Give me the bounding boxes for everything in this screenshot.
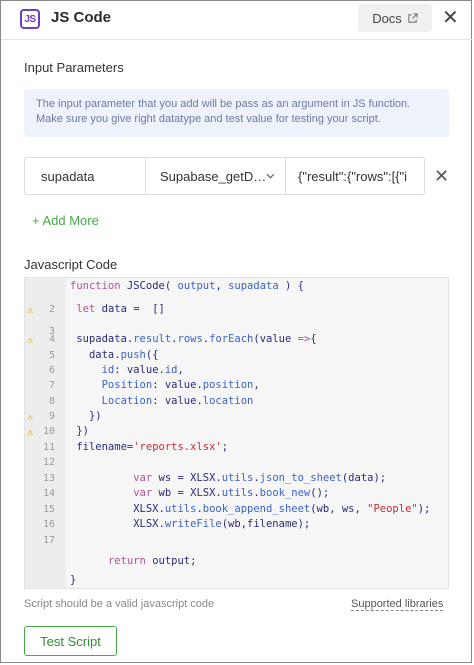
line-number: 14 — [42, 488, 55, 499]
add-more-button[interactable]: + Add More — [32, 213, 99, 228]
line-number: 4 — [48, 334, 55, 345]
code-editor[interactable]: function JSCode( output, supadata ) { ⚠ 2… — [24, 277, 449, 589]
panel-title: JS Code — [51, 9, 112, 26]
line-number: 10 — [42, 426, 55, 437]
chevron-down-icon — [266, 173, 275, 179]
line-number: 7 — [48, 380, 55, 391]
js-code-panel: JS JS Code Docs ✕ Input Parameters The i… — [0, 0, 473, 663]
param-type-value: Supabase_getD… — [160, 168, 267, 184]
line-number: 13 — [42, 473, 55, 484]
line-number: 16 — [42, 519, 55, 530]
info-box: The input parameter that you add will be… — [24, 89, 449, 137]
line-number: 6 — [48, 365, 55, 376]
code-line: } — [70, 574, 77, 586]
logo-text: JS — [24, 13, 36, 25]
header-divider — [1, 39, 473, 40]
panel-header: JS JS Code Docs ✕ — [1, 1, 473, 37]
code-line: 15 XLSX.utils.book_append_sheet(wb, ws, … — [25, 502, 445, 517]
parameter-row: supadata Supabase_getD… {"result":{"rows… — [24, 157, 425, 195]
javascript-code-heading: Javascript Code — [24, 257, 118, 272]
code-line: 7 Position: value.position, — [25, 378, 445, 393]
code-line: 8 Location: value.location — [25, 394, 445, 409]
line-number: 11 — [42, 442, 55, 453]
code-line: ⚠ 4 supadata.result.rows.forEach(value =>… — [27, 333, 317, 346]
code-line: 17 — [25, 533, 445, 548]
external-link-icon — [408, 12, 418, 23]
supported-libraries-link[interactable]: Supported libraries — [351, 598, 444, 611]
code-line: ⚠ 9 }) — [27, 410, 102, 423]
code-line: 12 — [25, 455, 445, 470]
code-line: ⚠ 2 let data = [] — [27, 303, 165, 316]
remove-parameter-icon[interactable]: ✕ — [434, 166, 449, 186]
line-number: 12 — [42, 457, 55, 468]
param-type-select[interactable]: Supabase_getD… — [146, 158, 286, 194]
line-number: 9 — [48, 411, 55, 422]
code-line: 14 var wb = XLSX.utils.book_new(); — [25, 486, 445, 501]
code-line: function JSCode( output, supadata ) { — [70, 280, 304, 292]
test-script-button[interactable]: Test Script — [24, 626, 117, 656]
line-number: 8 — [48, 396, 55, 407]
input-parameters-heading: Input Parameters — [24, 60, 124, 75]
docs-label: Docs — [372, 10, 402, 26]
code-line: 11 filename='reports.xlsx'; — [25, 440, 445, 455]
code-hint-text: Script should be a valid javascript code — [24, 598, 215, 610]
code-line: return output; — [107, 555, 197, 567]
code-line: ⚠ 10 }) — [27, 425, 89, 438]
param-value-input[interactable]: {"result":{"rows":[{"i — [286, 158, 424, 194]
line-number: 17 — [42, 535, 55, 546]
code-line: 6 id: value.id, — [25, 363, 445, 378]
docs-button[interactable]: Docs — [358, 4, 432, 32]
line-number: 5 — [48, 350, 55, 361]
code-line: 5 data.push({ — [25, 348, 445, 363]
line-number: 15 — [42, 504, 55, 515]
js-logo-icon: JS — [20, 9, 40, 29]
code-line: 13 var ws = XLSX.utils.json_to_sheet(dat… — [25, 471, 445, 486]
line-number: 2 — [48, 304, 55, 315]
code-line: 16 XLSX.writeFile(wb,filename); — [25, 517, 445, 532]
close-icon[interactable]: ✕ — [442, 6, 459, 30]
param-name-input[interactable]: supadata — [25, 158, 146, 194]
